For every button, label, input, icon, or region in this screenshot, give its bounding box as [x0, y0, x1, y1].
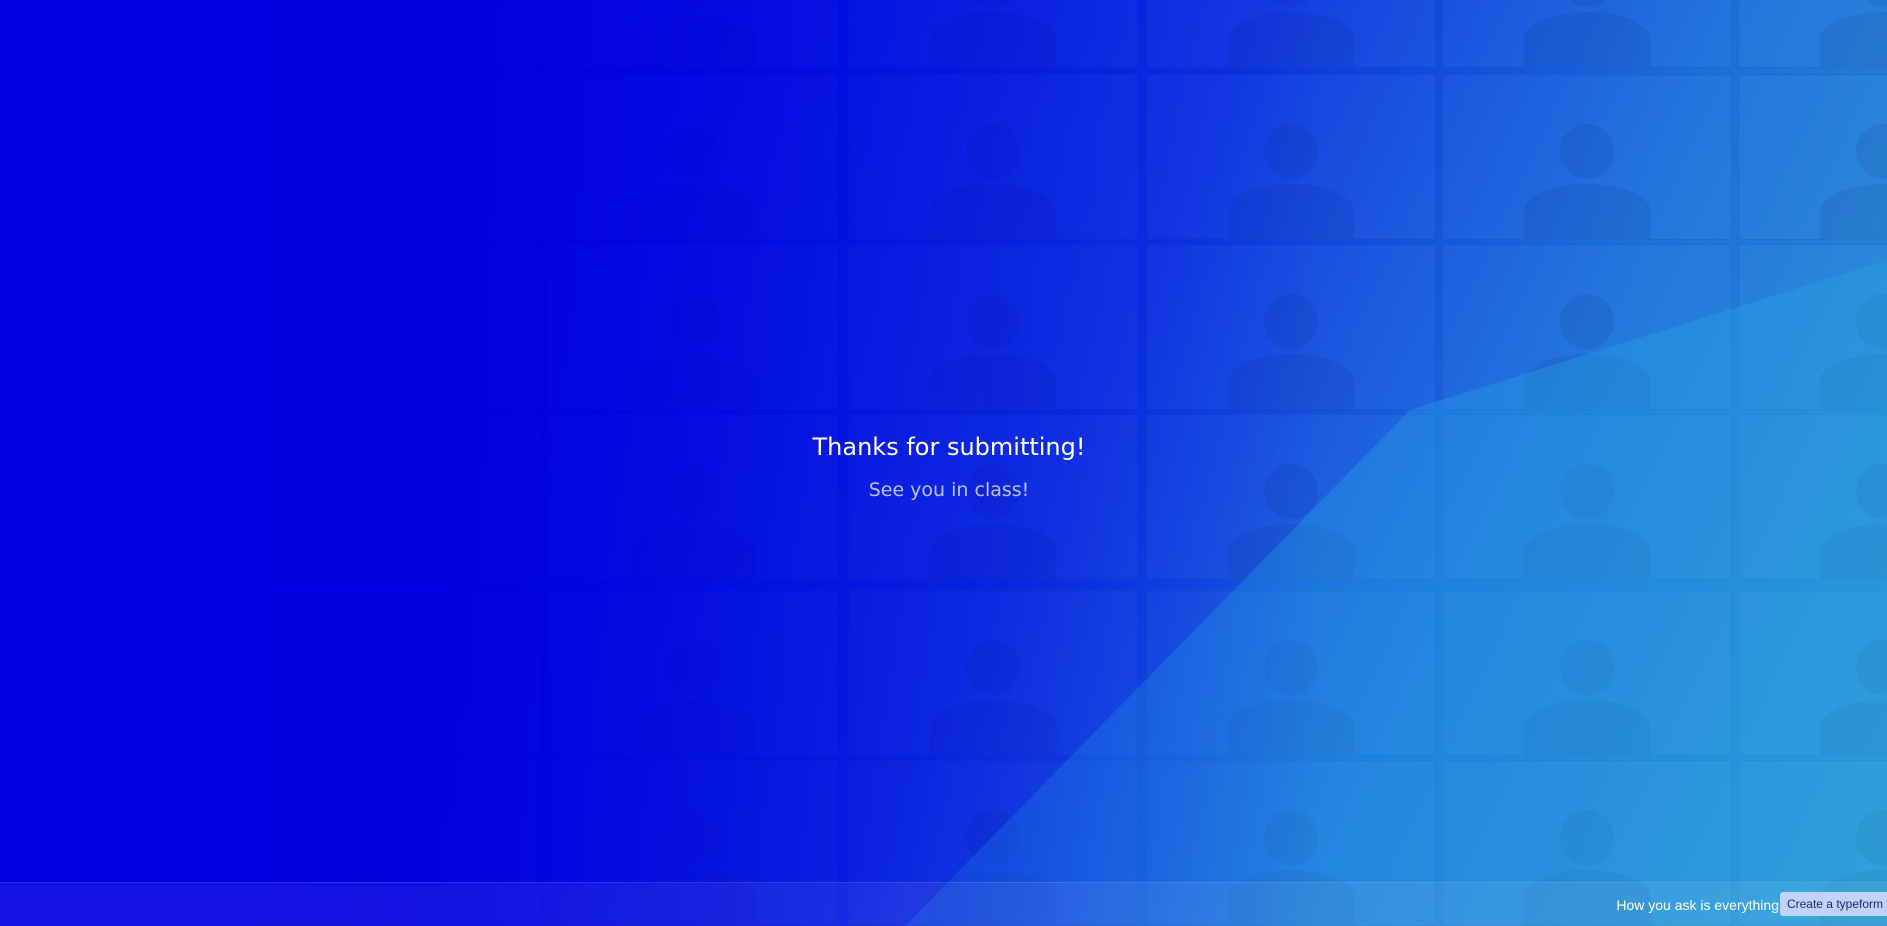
thank-you-title: Thanks for submitting!	[812, 433, 1086, 461]
footer-tagline: How you ask is everything	[1616, 897, 1779, 913]
thank-you-message: Thanks for submitting! See you in class!	[0, 428, 1887, 503]
create-typeform-button[interactable]: Create a typeform	[1779, 892, 1887, 916]
branding-footer: How you ask is everything Create a typef…	[0, 882, 1887, 926]
thank-you-subtitle: See you in class!	[868, 479, 1030, 501]
thank-you-screen: Thanks for submitting! See you in class!…	[0, 0, 1887, 926]
